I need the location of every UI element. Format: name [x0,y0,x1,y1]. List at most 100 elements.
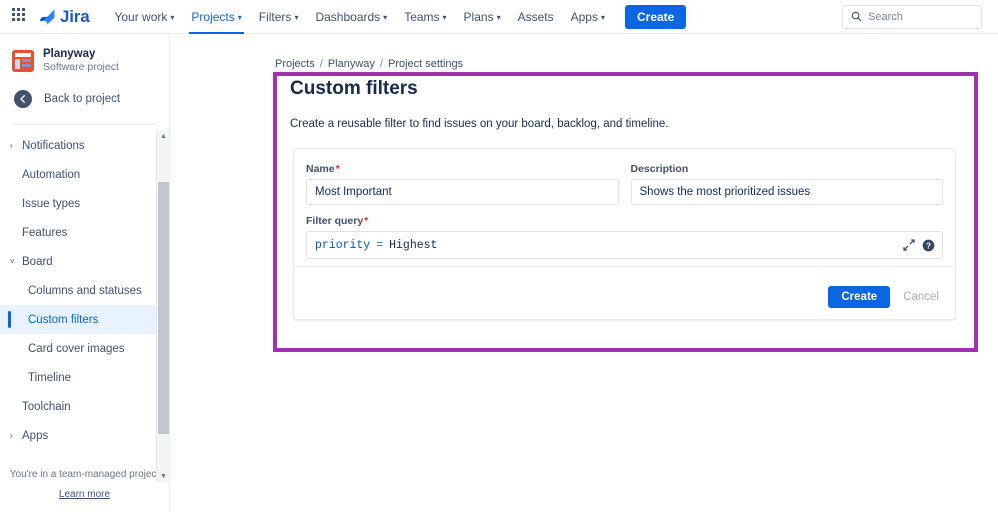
sidebar-footer: You're in a team-managed project Learn m… [0,469,169,500]
team-managed-note: You're in a team-managed project [9,469,160,480]
search-input[interactable]: Search [842,4,982,29]
sidebar-item-features[interactable]: Features [0,218,169,247]
sidebar-item-label: Card cover images [28,342,125,355]
sidebar-nav-list: › Notifications Automation Issue types F… [0,131,169,450]
chevron-down-icon: ▾ [600,13,605,22]
chevron-right-icon: › [10,141,13,150]
sidebar-item-columns-and-statuses[interactable]: Columns and statuses [0,276,169,305]
nav-label: Projects [191,9,235,24]
chevron-down-icon: ▾ [442,13,447,22]
sidebar-item-label: Toolchain [22,400,71,413]
project-type: Software project [43,61,119,73]
filter-query-label: Filter query* [306,215,943,227]
nav-item-apps[interactable]: Apps ▾ [564,0,612,34]
sidebar-item-label: Apps [22,429,49,442]
sidebar-item-label: Features [22,226,68,239]
nav-item-your-work[interactable]: Your work ▾ [107,0,181,34]
page-title: Custom filters [290,78,418,99]
svg-text:?: ? [926,240,931,250]
description-field-group: Description [630,163,943,205]
back-to-project-link[interactable]: Back to project [0,84,169,114]
project-avatar-icon [12,50,34,72]
sidebar-scrollbar[interactable]: ▲ ▼ [156,130,169,482]
create-button-topnav[interactable]: Create [624,4,687,29]
custom-filter-form-card: Name* Description Filter query* priority… [293,148,956,320]
nav-label: Plans [463,9,494,24]
scrollbar-thumb[interactable] [158,182,169,434]
chevron-down-icon: ▾ [383,13,388,22]
form-actions: Create Cancel [828,286,943,308]
scroll-up-arrow-icon[interactable]: ▲ [157,130,169,142]
form-row-name-description: Name* Description [294,149,955,205]
jira-logo[interactable]: Jira [39,6,90,27]
main-content: Projects / Planyway / Project settings C… [170,34,998,512]
page-subtitle: Create a reusable filter to find issues … [290,118,669,130]
project-settings-sidebar: Planyway Software project Back to projec… [0,34,170,512]
sidebar-item-label: Issue types [22,197,81,210]
name-label: Name* [306,163,619,175]
chevron-down-icon: ˅ [10,257,15,266]
back-to-project-label: Back to project [44,93,121,105]
jira-wordmark: Jira [60,6,90,26]
sidebar-item-timeline[interactable]: Timeline [0,363,169,392]
sidebar-item-apps[interactable]: › Apps [0,421,169,450]
project-name: Planyway [43,48,96,60]
scroll-down-arrow-icon[interactable]: ▼ [157,470,169,482]
jira-custom-filters-page: Jira Your work ▾ Projects ▾ Filters ▾ Da… [0,0,998,512]
filter-query-label-text: Filter query [306,215,364,227]
expand-icon[interactable] [903,239,915,251]
breadcrumb-projects[interactable]: Projects [275,58,315,70]
breadcrumb-planyway[interactable]: Planyway [328,58,375,70]
nav-item-teams[interactable]: Teams ▾ [397,0,453,34]
nav-item-assets[interactable]: Assets [511,0,561,34]
cancel-button[interactable]: Cancel [899,286,943,308]
breadcrumb-separator: / [319,58,323,70]
name-input[interactable] [306,179,619,205]
nav-label: Teams [404,9,440,24]
create-filter-button[interactable]: Create [828,286,891,308]
nav-item-plans[interactable]: Plans ▾ [457,0,508,34]
description-label: Description [630,163,689,175]
sidebar-item-custom-filters[interactable]: Custom filters [0,305,169,334]
sidebar-item-toolchain[interactable]: Toolchain [0,392,169,421]
sidebar-item-issue-types[interactable]: Issue types [0,189,169,218]
form-row-filter-query: Filter query* priority = Highest ? [294,205,955,259]
sidebar-item-automation[interactable]: Automation [0,160,169,189]
sidebar-item-card-cover-images[interactable]: Card cover images [0,334,169,363]
nav-label: Assets [517,9,554,24]
jql-value-token: Highest [389,238,438,252]
nav-item-dashboards[interactable]: Dashboards ▾ [308,0,394,34]
search-placeholder: Search [868,10,903,23]
project-header[interactable]: Planyway Software project [0,34,169,84]
breadcrumb-separator: / [379,58,383,70]
nav-label: Your work [114,9,168,24]
back-arrow-icon [14,90,32,108]
top-navigation-bar: Jira Your work ▾ Projects ▾ Filters ▾ Da… [0,0,998,34]
sidebar-item-label: Notifications [22,139,85,152]
jql-operator-token: = [376,238,384,252]
search-container: Search [842,4,982,29]
breadcrumb: Projects / Planyway / Project settings [275,58,463,70]
nav-item-projects[interactable]: Projects ▾ [184,0,248,34]
nav-label: Dashboards [315,9,381,24]
filter-query-icons: ? [903,232,935,258]
name-field-group: Name* [306,163,619,205]
chevron-right-icon: › [10,431,13,440]
chevron-down-icon: ▾ [237,13,242,22]
sidebar-item-notifications[interactable]: › Notifications [0,131,169,160]
sidebar-item-board[interactable]: ˅ Board [0,247,169,276]
nav-label: Filters [258,9,292,24]
filter-query-input[interactable]: priority = Highest ? [306,231,943,259]
help-icon[interactable]: ? [922,239,935,252]
app-switcher-icon[interactable] [12,7,30,26]
chevron-down-icon: ▾ [496,13,501,22]
breadcrumb-project-settings[interactable]: Project settings [388,58,463,70]
sidebar-divider [12,124,157,125]
jql-field-token: priority [315,238,371,252]
description-input[interactable] [630,179,943,205]
nav-item-filters[interactable]: Filters ▾ [252,0,306,34]
required-marker: * [364,215,369,227]
jira-logo-icon [40,9,55,25]
sidebar-item-label: Custom filters [28,313,99,326]
learn-more-link[interactable]: Learn more [0,489,169,500]
